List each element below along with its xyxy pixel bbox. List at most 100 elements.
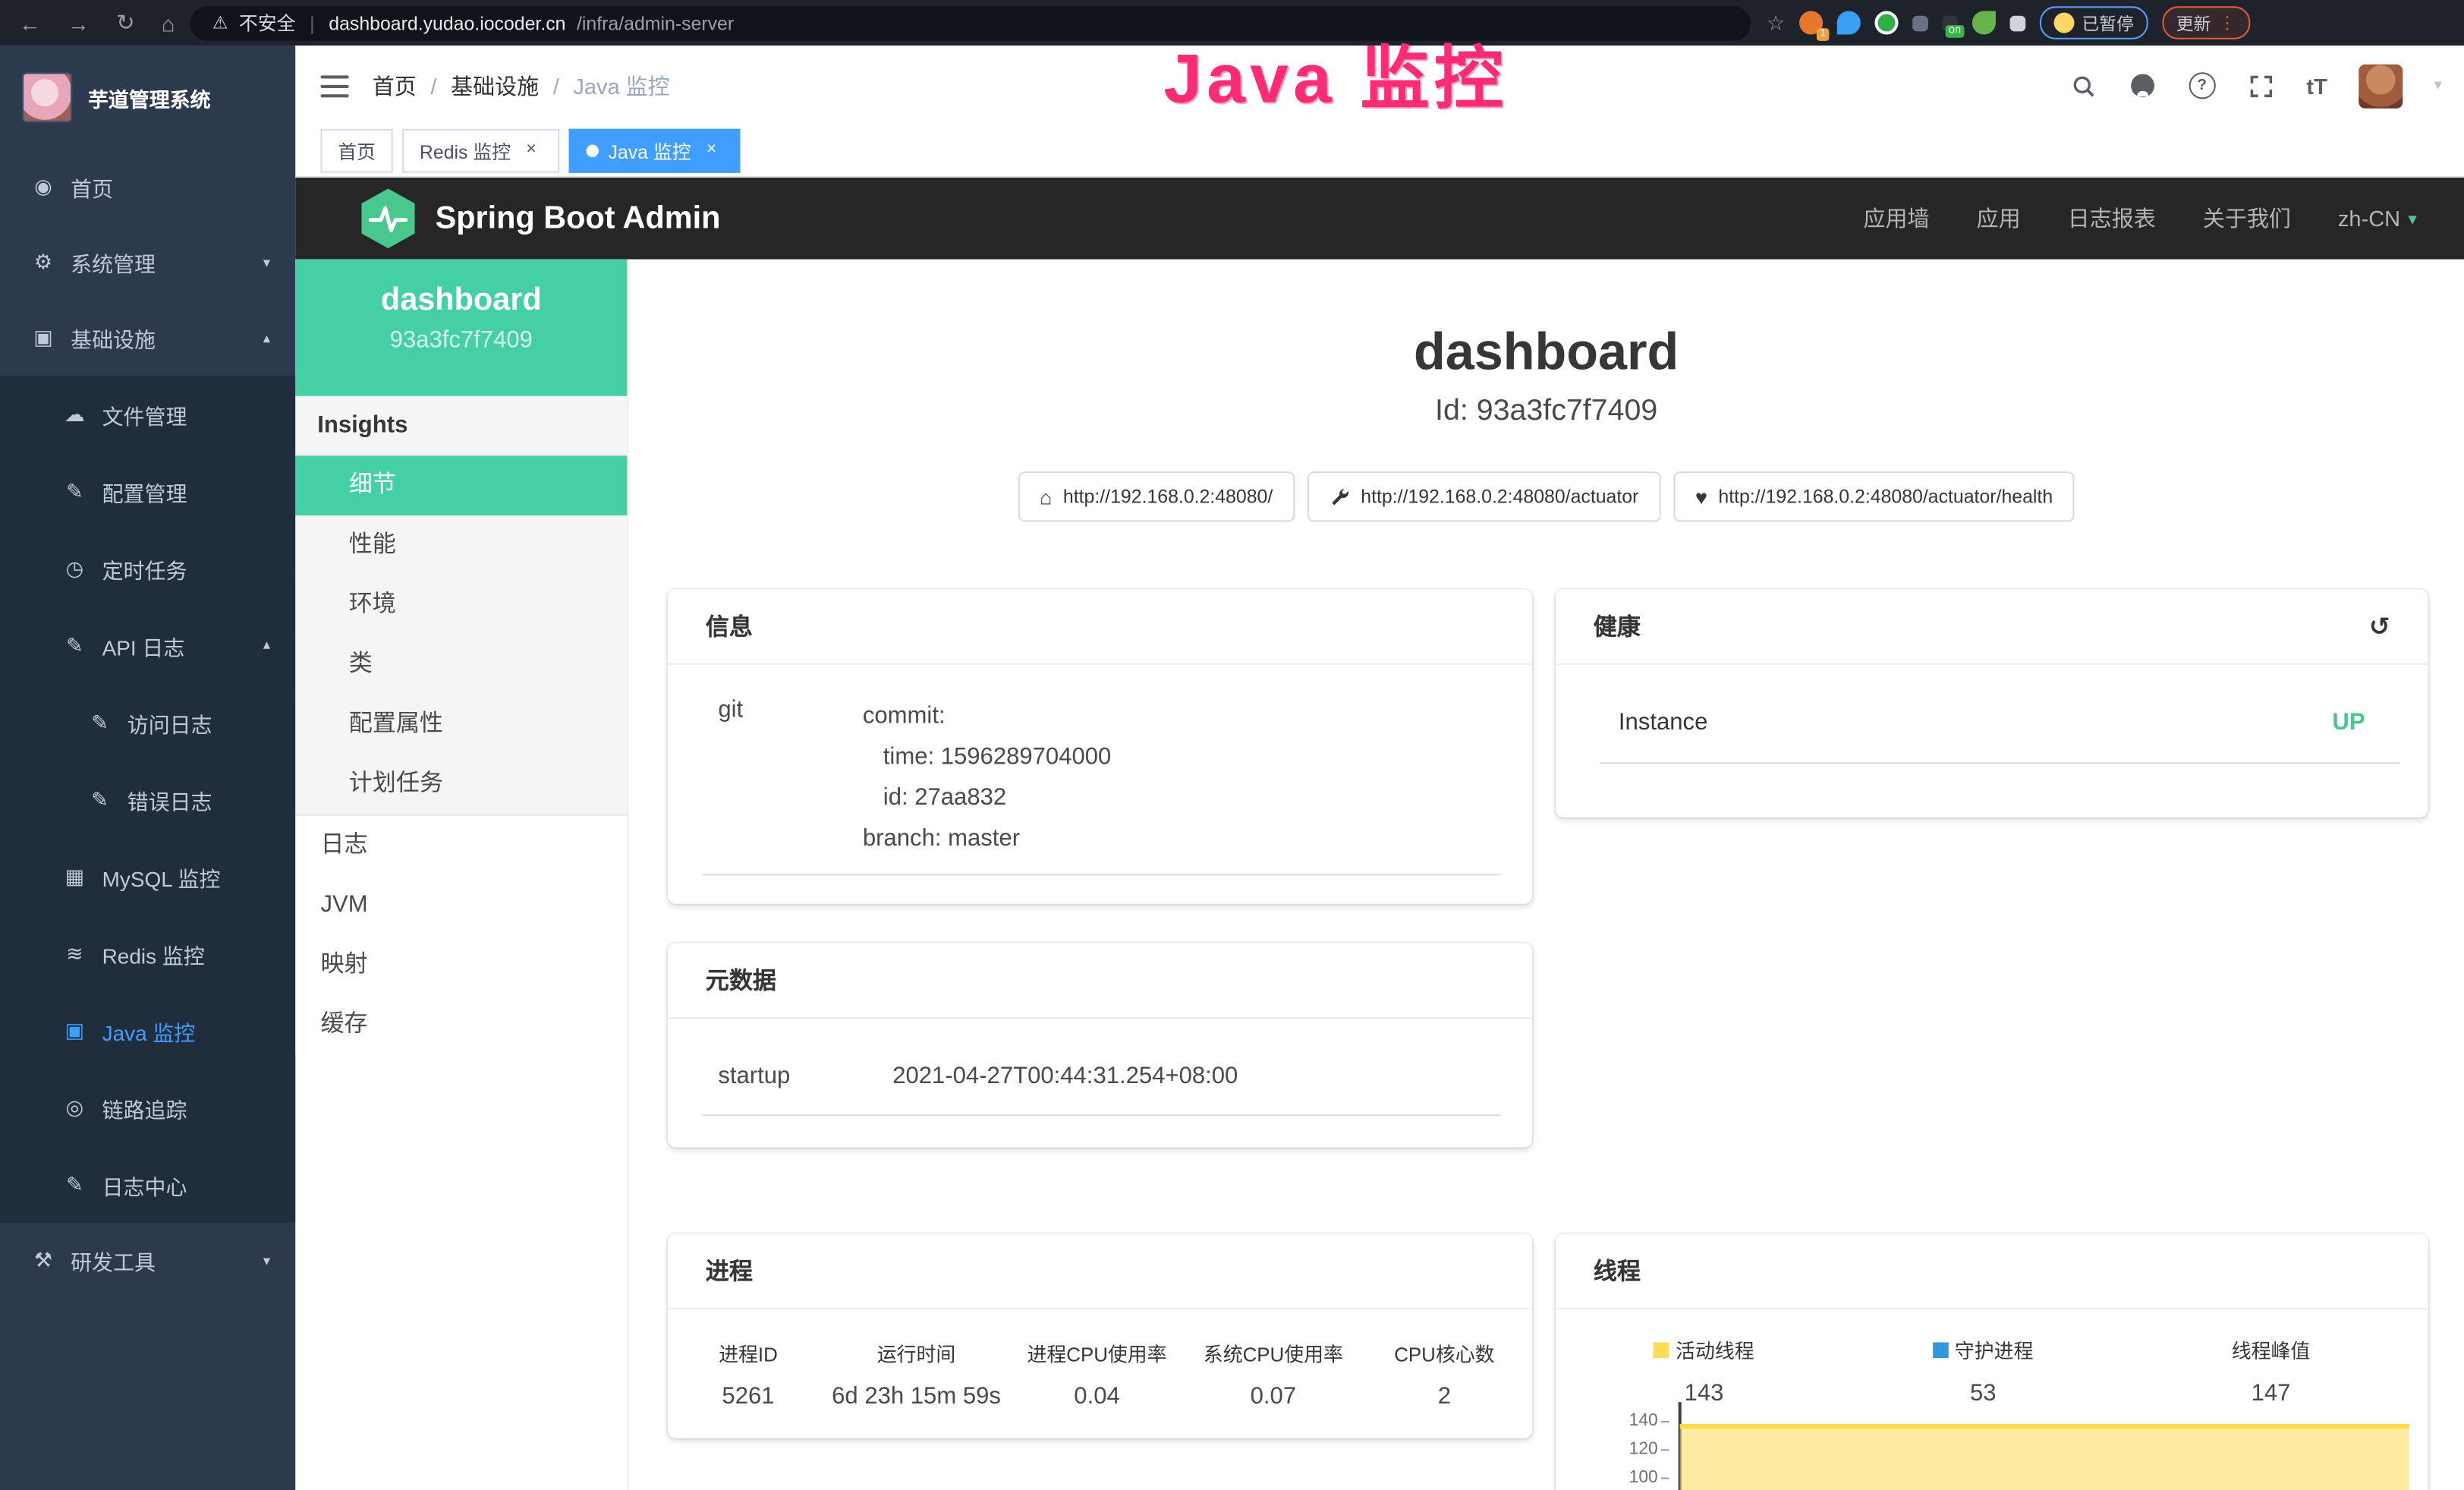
health-card-title: 健康 [1594,610,1641,642]
api-log-icon: ✎ [63,632,87,657]
sba-nav-journal[interactable]: 日志报表 [2068,203,2156,234]
breadcrumb-infrastructure[interactable]: 基础设施 [451,70,539,101]
sba-item-caches[interactable]: 缓存 [295,995,627,1055]
sba-locale-select[interactable]: zh-CN ▾ [2338,206,2417,231]
app-logo[interactable]: 芋道管理系统 [0,46,295,150]
annotation-java-monitor: Java 监控 [1100,22,1572,123]
kebab-menu-icon[interactable]: ⋮ [2219,13,2236,33]
security-label[interactable]: 不安全 [239,9,296,36]
chevron-up-icon: ▴ [263,329,270,347]
sba-item-classes[interactable]: 类 [295,635,627,695]
sidebar-item-api-log[interactable]: ✎ API 日志 ▴ [0,606,295,683]
ext-grid-icon[interactable] [1912,15,1928,31]
sidebar-item-log-center[interactable]: ✎ 日志中心 [0,1146,295,1223]
paused-extension-pill[interactable]: 已暂停 [2040,6,2148,39]
page: ← → ↻ ⌂ ⚠ 不安全 | dashboard.yudao.iocoder.… [0,0,2464,1490]
forward-icon[interactable]: → [68,10,90,35]
close-icon[interactable]: × [520,140,542,162]
tab-label: Java 监控 [608,137,691,164]
hamburger-icon[interactable] [320,74,348,96]
sidebar-item-redis-monitor[interactable]: ≋ Redis 监控 [0,915,295,991]
font-size-icon[interactable]: tT [2306,73,2327,98]
ext-green-circle-icon[interactable] [1874,11,1898,34]
sidebar-item-tracing[interactable]: ◎ 链路追踪 [0,1069,295,1145]
live-threads-swatch [1654,1341,1669,1357]
browser-home-icon[interactable]: ⌂ [162,10,175,35]
sidebar-item-mysql-monitor[interactable]: ▦ MySQL 监控 [0,838,295,915]
sidebar-item-system[interactable]: ⚙ 系统管理 ▾ [0,225,295,300]
info-row-value: commit: time: 1596289704000 id: 27aa832 … [863,696,1111,859]
breadcrumb-separator: / [553,73,559,98]
sba-nav-wallboard[interactable]: 应用墙 [1864,203,1930,234]
warning-icon: ⚠ [212,13,228,33]
sidebar-item-label: 错误日志 [127,783,212,814]
ext-switch-icon[interactable]: on [1942,15,1958,31]
bookmark-star-icon[interactable]: ☆ [1767,10,1785,35]
sidebar-item-config-manage[interactable]: ✎ 配置管理 [0,452,295,529]
close-icon[interactable]: × [700,140,722,162]
sidebar-item-infrastructure[interactable]: ▣ 基础设施 ▴ [0,301,295,376]
sba-item-logs[interactable]: 日志 [295,816,627,876]
search-icon[interactable] [2069,71,2097,99]
back-icon[interactable]: ← [19,10,41,35]
sba-brand-title[interactable]: Spring Boot Admin [436,200,721,237]
infrastructure-icon: ▣ [31,326,55,351]
ytick-140: 140 [1600,1412,1669,1431]
sidebar-item-label: 研发工具 [71,1245,156,1276]
wrench-icon [1330,487,1350,507]
service-url-button[interactable]: ⌂ http://192.168.0.2:48080/ [1018,471,1295,521]
daemon-threads-label: 守护进程 [1955,1334,2034,1364]
ext-colorpicker-icon[interactable]: 1 [1799,11,1823,34]
sba-item-mappings[interactable]: 映射 [295,935,627,995]
ext-pin-icon[interactable] [1836,11,1860,34]
sidebar-item-java-monitor[interactable]: ▣ Java 监控 [0,992,295,1069]
reload-icon[interactable]: ↻ [116,9,134,36]
sba-item-environment[interactable]: 环境 [295,575,627,635]
sba-logo-icon[interactable] [361,188,414,248]
sidebar-item-access-log[interactable]: ✎ 访问日志 [0,684,295,761]
sidebar-item-file-manage[interactable]: ☁ 文件管理 [0,376,295,452]
tab-java-monitor[interactable]: Java 监控 × [569,129,740,173]
sidebar-item-home[interactable]: ◉ 首页 [0,150,295,225]
sidebar-item-devtools[interactable]: ⚒ 研发工具 ▾ [0,1223,295,1298]
ytick-100: 100 [1600,1468,1669,1487]
sba-item-jvm[interactable]: JVM [295,875,627,935]
tab-redis-monitor[interactable]: Redis 监控 × [402,129,559,173]
sidebar-item-label: Java 监控 [102,1015,196,1046]
ext-leaf-icon[interactable] [1972,11,1996,34]
health-url-button[interactable]: ♥ http://192.168.0.2:48080/actuator/heal… [1673,471,2075,521]
error-log-icon: ✎ [88,786,112,811]
sba-instance-header[interactable]: dashboard 93a3fc7f7409 [295,260,627,396]
breadcrumb-home[interactable]: 首页 [373,70,417,101]
sba-nav-about[interactable]: 关于我们 [2203,203,2291,234]
ext-puzzle-icon[interactable] [2009,15,2025,31]
process-uptime-value: 6d 23h 15m 59s [829,1383,1004,1410]
help-icon[interactable]: ? [2189,72,2215,99]
sba-item-config-props[interactable]: 配置属性 [295,695,627,754]
fullscreen-icon[interactable] [2247,71,2275,99]
sba-item-scheduled-tasks[interactable]: 计划任务 [295,754,627,816]
update-button[interactable]: 更新 ⋮ [2162,6,2250,39]
sba-item-details[interactable]: 细节 [295,456,627,516]
sba-item-metrics[interactable]: 性能 [295,515,627,575]
sba-nav-applications[interactable]: 应用 [1977,203,2021,234]
github-icon[interactable] [2129,71,2157,99]
metadata-card-title: 元数据 [668,943,1532,1018]
divider [1600,762,2399,764]
history-icon[interactable]: ↺ [2369,611,2390,642]
sba-content: dashboard Id: 93a3fc7f7409 ⌂ http://192.… [628,260,2464,1490]
actuator-url-button[interactable]: http://192.168.0.2:48080/actuator [1308,471,1661,521]
user-avatar[interactable] [2359,64,2403,108]
update-label: 更新 [2176,10,2211,35]
sidebar-item-error-log[interactable]: ✎ 错误日志 [0,761,295,837]
process-col-sys-cpu: 系统CPU使用率 [1190,1337,1357,1367]
sidebar-item-scheduled-jobs[interactable]: ◷ 定时任务 [0,530,295,606]
avatar-caret-icon[interactable]: ▾ [2434,77,2442,94]
ytick-120: 120 [1600,1440,1669,1459]
threads-card: 线程 活动线程 143 守护进程 53 线程峰值 147 140 120 100 [1556,1234,2428,1490]
devtools-icon: ⚒ [31,1248,55,1273]
tab-home[interactable]: 首页 [320,129,392,173]
health-status-badge: UP [2332,708,2365,735]
trace-eye-icon: ◎ [63,1095,87,1120]
process-card-title: 进程 [668,1234,1532,1309]
